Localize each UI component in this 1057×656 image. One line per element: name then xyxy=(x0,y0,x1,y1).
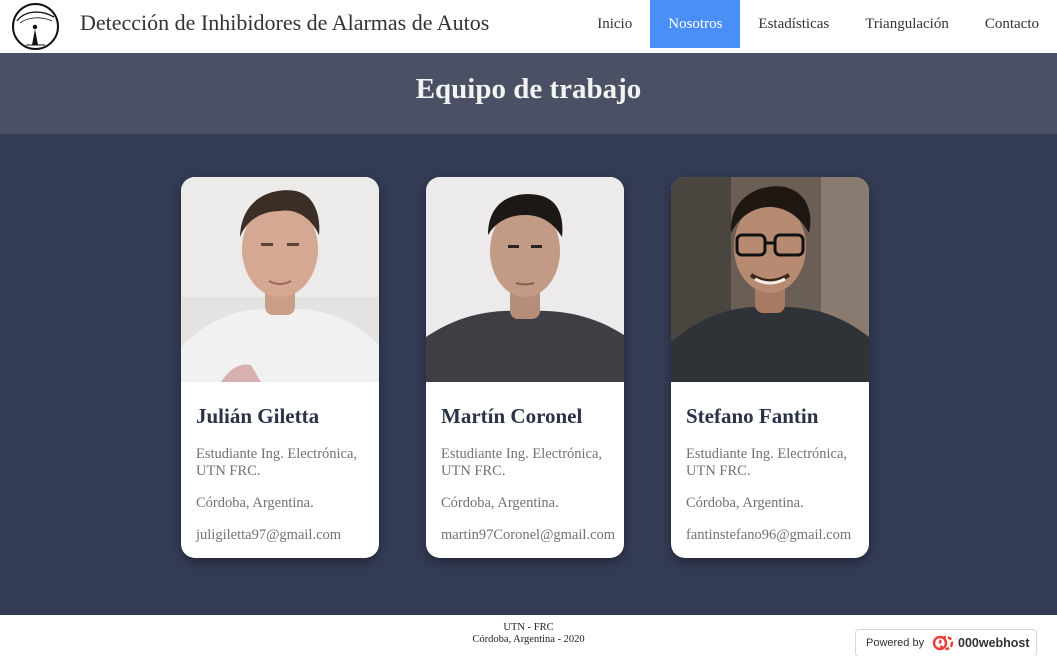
team-card: Martín Coronel Estudiante Ing. Electróni… xyxy=(426,177,624,558)
member-location: Córdoba, Argentina. xyxy=(686,495,804,511)
member-email[interactable]: juligiletta97@gmail.com xyxy=(196,527,341,544)
nav-inicio[interactable]: Inicio xyxy=(579,0,650,48)
member-email[interactable]: martin97Coronel@gmail.com xyxy=(441,527,615,544)
nav-contacto[interactable]: Contacto xyxy=(967,0,1057,48)
site-footer: UTN - FRC Córdoba, Argentina - 2020 Powe… xyxy=(0,615,1057,656)
member-photo xyxy=(181,177,379,382)
nav-nosotros[interactable]: Nosotros xyxy=(650,0,741,48)
powered-by-brand: 000webhost xyxy=(958,636,1030,650)
nav-triangulacion[interactable]: Triangulación xyxy=(847,0,967,48)
member-role: Estudiante Ing. Electrónica, UTN FRC. xyxy=(686,446,848,479)
page-title: Equipo de trabajo xyxy=(415,73,642,105)
team-section: Julián Giletta Estudiante Ing. Electróni… xyxy=(0,134,1057,615)
webhost-logo-icon xyxy=(932,635,954,651)
nav-estadisticas[interactable]: Estadísticas xyxy=(740,0,847,48)
member-email[interactable]: fantinstefano96@gmail.com xyxy=(686,527,851,544)
member-photo xyxy=(426,177,624,382)
site-logo-icon[interactable] xyxy=(12,3,59,50)
member-role: Estudiante Ing. Electrónica, UTN FRC. xyxy=(196,446,358,479)
powered-by-badge[interactable]: Powered by 000webhost xyxy=(855,629,1037,656)
site-header: Detección de Inhibidores de Alarmas de A… xyxy=(0,0,1057,53)
member-photo xyxy=(671,177,869,382)
site-title: Detección de Inhibidores de Alarmas de A… xyxy=(80,10,490,35)
member-location: Córdoba, Argentina. xyxy=(441,495,559,511)
member-role: Estudiante Ing. Electrónica, UTN FRC. xyxy=(441,446,603,479)
member-name: Stefano Fantin xyxy=(686,404,819,428)
team-card: Julián Giletta Estudiante Ing. Electróni… xyxy=(181,177,379,558)
page-banner: Equipo de trabajo xyxy=(0,53,1057,134)
member-name: Martín Coronel xyxy=(441,404,583,428)
powered-by-label: Powered by xyxy=(866,637,925,649)
member-name: Julián Giletta xyxy=(196,404,320,428)
member-location: Córdoba, Argentina. xyxy=(196,495,314,511)
main-nav: Inicio Nosotros Estadísticas Triangulaci… xyxy=(579,0,1057,48)
team-card: Stefano Fantin Estudiante Ing. Electróni… xyxy=(671,177,869,558)
